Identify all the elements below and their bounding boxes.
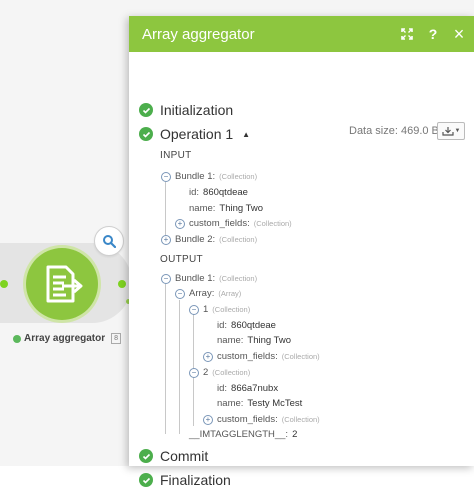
tree-value: Thing Two: [247, 335, 292, 346]
tree-line: [193, 376, 194, 426]
download-button[interactable]: ▼: [437, 122, 465, 140]
tree-key: name:: [217, 335, 244, 346]
tree-key: Bundle 1:: [175, 273, 216, 284]
module-name: Array aggregator: [24, 333, 106, 344]
output-item-2-id: id: 866a7nubx: [217, 383, 278, 394]
tree-key: name:: [217, 398, 244, 409]
tree-value: 866a7nubx: [231, 383, 279, 394]
expand-plus-icon: +: [161, 234, 171, 245]
tree-type: (Collection): [219, 172, 258, 181]
chevron-down-icon: ▼: [454, 128, 461, 134]
panel-body: Initialization Operation 1 ▲ Data size: …: [129, 52, 474, 488]
collapse-icon: −: [161, 171, 171, 182]
output-section-title: OUTPUT: [160, 254, 203, 265]
check-circle-icon: [139, 473, 153, 487]
input-bundle-1[interactable]: − Bundle 1: (Collection): [161, 171, 257, 182]
tree-value: Thing Two: [219, 203, 264, 214]
search-icon: [103, 235, 116, 248]
array-aggregator-module[interactable]: [26, 248, 98, 320]
tree-line: [165, 284, 166, 434]
status-dot-icon: [13, 334, 21, 343]
tree-line: [193, 314, 194, 370]
output-item-2-custom-fields[interactable]: + custom_fields: (Collection): [203, 414, 320, 425]
output-bundle-1[interactable]: − Bundle 1: (Collection): [161, 273, 257, 284]
connector-dot-right: [118, 280, 126, 288]
panel-title: Array aggregator: [142, 25, 255, 43]
tree-value: 860qtdeae: [231, 320, 276, 331]
tree-type: (Collection): [281, 352, 320, 361]
input-custom-fields[interactable]: + custom_fields: (Collection): [175, 218, 292, 229]
output-item-2-name: name: Testy McTest: [217, 398, 302, 409]
input-name-row: name: Thing Two: [189, 203, 263, 214]
tree-type: (Collection): [281, 415, 320, 424]
tree-key: id:: [217, 320, 228, 331]
panel-header: Array aggregator ? ×: [129, 16, 474, 52]
tree-type: (Collection): [219, 274, 258, 283]
tree-key: Array:: [189, 288, 215, 299]
output-item-2[interactable]: − 2 (Collection): [189, 367, 250, 378]
connector-dot-left: [0, 280, 8, 288]
expand-plus-icon: +: [175, 218, 185, 229]
tree-key: Bundle 1:: [175, 171, 216, 182]
tree-line: [165, 182, 166, 238]
download-icon: [441, 127, 454, 136]
expand-icon: [401, 28, 413, 40]
tree-key: __IMTAGGLENGTH__:: [189, 429, 289, 440]
stage-label: Operation 1: [160, 126, 234, 142]
tree-type: (Collection): [253, 219, 292, 228]
inspector-panel: Array aggregator ? × Initialization Oper…: [129, 16, 474, 488]
help-button[interactable]: ?: [422, 23, 444, 45]
check-circle-icon: [139, 449, 153, 463]
tree-key: custom_fields:: [189, 218, 250, 229]
module-id-badge: 8: [111, 333, 122, 344]
tree-key: 1: [203, 304, 209, 315]
output-item-1-custom-fields[interactable]: + custom_fields: (Collection): [203, 351, 320, 362]
tree-type: (Collection): [212, 368, 251, 377]
tree-key: custom_fields:: [217, 414, 278, 425]
stage-initialization[interactable]: Initialization: [139, 102, 233, 118]
expand-button[interactable]: [396, 23, 418, 45]
output-length-row: __IMTAGGLENGTH__: 2: [189, 429, 297, 440]
input-section-title: INPUT: [160, 150, 192, 161]
check-circle-icon: [139, 103, 153, 117]
collapse-icon: −: [161, 273, 171, 284]
input-id-row: id: 860qtdeae: [189, 187, 248, 198]
tree-value: 860qtdeae: [203, 187, 248, 198]
tree-key: name:: [189, 203, 216, 214]
expand-plus-icon: +: [203, 414, 213, 425]
aggregator-icon: [46, 265, 83, 303]
stage-operation-1[interactable]: Operation 1 ▲: [139, 126, 250, 142]
tree-key: Bundle 2:: [175, 234, 216, 245]
tree-key: id:: [189, 187, 200, 198]
expand-plus-icon: +: [203, 351, 213, 362]
data-size-label: Data size: 469.0 B: [349, 125, 439, 137]
collapse-icon: −: [189, 304, 199, 315]
tree-type: (Collection): [212, 305, 251, 314]
module-label: Array aggregator 8: [13, 333, 122, 344]
output-item-1[interactable]: − 1 (Collection): [189, 304, 250, 315]
output-array[interactable]: − Array: (Array): [175, 288, 241, 299]
tree-value: 2: [292, 429, 298, 440]
stage-finalization[interactable]: Finalization: [139, 472, 231, 488]
tree-key: 2: [203, 367, 209, 378]
stage-label: Commit: [160, 448, 209, 464]
stage-label: Initialization: [160, 102, 234, 118]
input-bundle-2[interactable]: + Bundle 2: (Collection): [161, 234, 257, 245]
caret-up-icon: ▲: [242, 129, 251, 139]
tree-type: (Array): [218, 289, 242, 298]
output-item-1-name: name: Thing Two: [217, 335, 291, 346]
tree-key: custom_fields:: [217, 351, 278, 362]
tree-line: [179, 300, 180, 434]
close-button[interactable]: ×: [448, 23, 470, 45]
stage-commit[interactable]: Commit: [139, 448, 208, 464]
check-circle-icon: [139, 127, 153, 141]
collapse-icon: −: [175, 288, 185, 299]
tree-value: Testy McTest: [247, 398, 303, 409]
output-item-1-id: id: 860qtdeae: [217, 320, 276, 331]
collapse-icon: −: [189, 367, 199, 378]
inspect-bubble[interactable]: [94, 226, 124, 256]
stage-label: Finalization: [160, 472, 231, 488]
tree-type: (Collection): [219, 235, 258, 244]
tree-key: id:: [217, 383, 228, 394]
